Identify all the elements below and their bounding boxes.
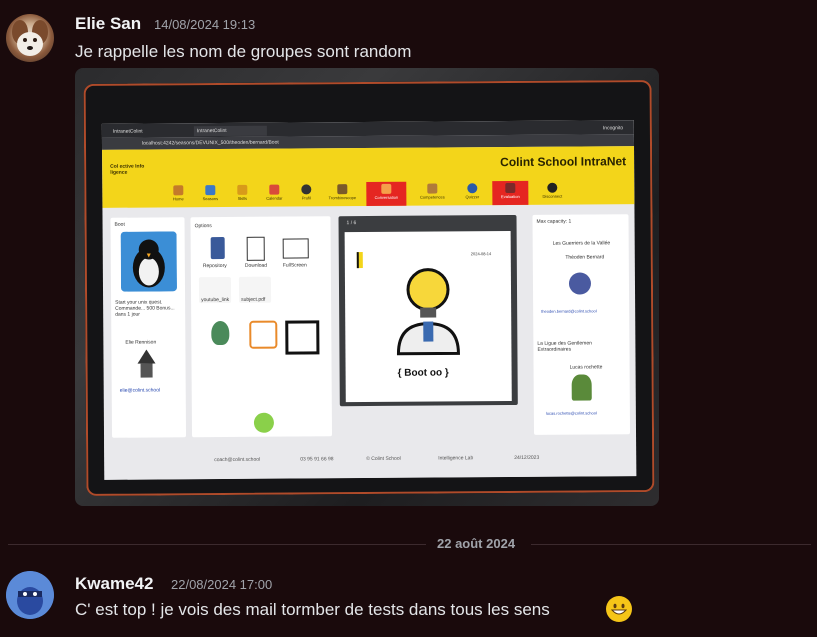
incognito-label: Incognito bbox=[602, 125, 624, 132]
nav-calendar: Calendar bbox=[258, 183, 290, 207]
intranet-footer: coach@colint.school 03 95 91 66 98 © Col… bbox=[104, 436, 637, 480]
robot-icon bbox=[253, 412, 275, 433]
nav-seasons: Seasons bbox=[194, 183, 226, 207]
nav-disconnect: Disconnect bbox=[532, 181, 572, 205]
intranet-header: Col ective Info ligence Colint School In… bbox=[102, 146, 635, 208]
message: Kwame42 22/08/2024 17:00 C' est top ! je… bbox=[0, 560, 817, 637]
options-panel: Options Repository Download FullScreen y… bbox=[190, 216, 333, 438]
url-text: localhost:4242/seasons/DEVUNIX_500/theod… bbox=[141, 139, 279, 147]
repository-icon bbox=[210, 237, 225, 260]
message-timestamp: 14/08/2024 19:13 bbox=[154, 17, 256, 32]
boot-panel: Boot Start your unix quest. Commande... … bbox=[110, 217, 187, 438]
panel-description: Start your unix quest. Commande... 500 B… bbox=[115, 299, 175, 318]
download-label: Download bbox=[244, 262, 268, 269]
member-email: lucas.rochette@colint.school bbox=[545, 410, 597, 416]
image-attachment[interactable]: IntranetColint IntranetColint Incognito … bbox=[75, 68, 659, 506]
teacher-email: elie@colint.school bbox=[119, 387, 161, 394]
message-text: Je rappelle les nom de groupes sont rand… bbox=[75, 42, 412, 61]
bookmark-icon bbox=[356, 252, 363, 269]
pdf-caption: { Boot oo } bbox=[397, 367, 449, 379]
nav-home: Home bbox=[162, 183, 194, 207]
download-icon bbox=[246, 236, 265, 261]
ninja-avatar[interactable] bbox=[6, 571, 54, 619]
footer-email: coach@colint.school bbox=[214, 456, 261, 464]
fullscreen-label: FullScreen bbox=[282, 262, 307, 269]
group-name: Les Guerriers de la Vallée bbox=[552, 240, 611, 247]
nav-competences: Competences bbox=[412, 181, 452, 205]
author-name[interactable]: Elie San bbox=[75, 14, 141, 34]
intranet-screen: IntranetColint IntranetColint Incognito … bbox=[101, 120, 637, 480]
max-capacity: Max capacity: 1 bbox=[536, 218, 572, 225]
upload-icon bbox=[285, 320, 320, 355]
nav-evaluation: Evaluation bbox=[492, 180, 529, 206]
nav-skills: Skills bbox=[226, 183, 258, 207]
footer-copyright: © Colint School bbox=[366, 455, 401, 463]
nav-quizzer: Quizzer bbox=[456, 181, 488, 205]
wizard-icon bbox=[137, 349, 156, 378]
group-name: La Ligue des Gentlemen Extraordinaires bbox=[537, 340, 592, 353]
dog-avatar[interactable] bbox=[6, 14, 54, 62]
pdf-page: 2024-08-14 { Boot oo } bbox=[344, 231, 512, 403]
grinning-face-icon bbox=[606, 596, 632, 622]
footer-phone: 03 95 91 66 98 bbox=[300, 456, 334, 463]
laptop-screen-photo: IntranetColint IntranetColint Incognito … bbox=[83, 80, 655, 496]
subject-label: subject.pdf bbox=[241, 296, 266, 303]
teacher-name: Elie Rennison bbox=[125, 339, 157, 346]
author-name[interactable]: Kwame42 bbox=[75, 574, 153, 594]
lightbulb-mascot-icon bbox=[396, 268, 460, 356]
nav-profil: Profil bbox=[290, 182, 322, 206]
intranet-brand: Colint School IntraNet bbox=[500, 154, 627, 170]
browser-tab: IntranetColint bbox=[112, 128, 143, 135]
nav-conversation: Conversation bbox=[366, 181, 407, 207]
pdf-viewer: 1 / 6 2024-08-14 { Boot oo } bbox=[338, 214, 518, 407]
intranet-nav: Home Seasons Skills Calendar Profil Trom… bbox=[162, 180, 582, 208]
monster-avatar-icon bbox=[568, 272, 592, 295]
medal-icon bbox=[211, 320, 230, 346]
pdf-date: 2024-08-14 bbox=[470, 251, 492, 257]
date-separator: 22 août 2024 bbox=[437, 536, 516, 551]
divider-right bbox=[531, 544, 811, 545]
footer-lab: Intelligence Lab bbox=[438, 455, 474, 462]
panel-title: Boot bbox=[114, 221, 125, 228]
git-icon bbox=[249, 320, 278, 349]
member-name: Lucas rochette bbox=[569, 364, 603, 371]
penguin-icon bbox=[120, 231, 177, 292]
repository-label: Repository bbox=[202, 262, 227, 270]
divider-left bbox=[8, 544, 426, 545]
message-timestamp: 22/08/2024 17:00 bbox=[171, 577, 273, 592]
message-text: C' est top ! je vois des mail tormber de… bbox=[75, 600, 550, 619]
pdf-page-indicator: 1 / 6 bbox=[346, 220, 357, 227]
youtube-label: youtube_link bbox=[201, 296, 230, 304]
browser-tab: IntranetColint bbox=[193, 125, 267, 137]
collective-logo: Col ective Info ligence bbox=[110, 163, 145, 176]
member-name: Théoden Bernard bbox=[565, 254, 605, 261]
message: Elie San 14/08/2024 19:13 Je rappelle le… bbox=[0, 0, 817, 520]
fullscreen-icon bbox=[282, 238, 309, 259]
groups-panel: Max capacity: 1 Les Guerriers de la Vall… bbox=[532, 214, 631, 435]
nav-trombinoscope: Trombinoscope bbox=[322, 182, 362, 206]
elf-avatar-icon bbox=[571, 374, 592, 401]
options-title: Options bbox=[194, 223, 212, 230]
member-email: theoden.bernard@colint.school bbox=[541, 308, 597, 314]
footer-date: 24/12/2023 bbox=[514, 454, 540, 461]
